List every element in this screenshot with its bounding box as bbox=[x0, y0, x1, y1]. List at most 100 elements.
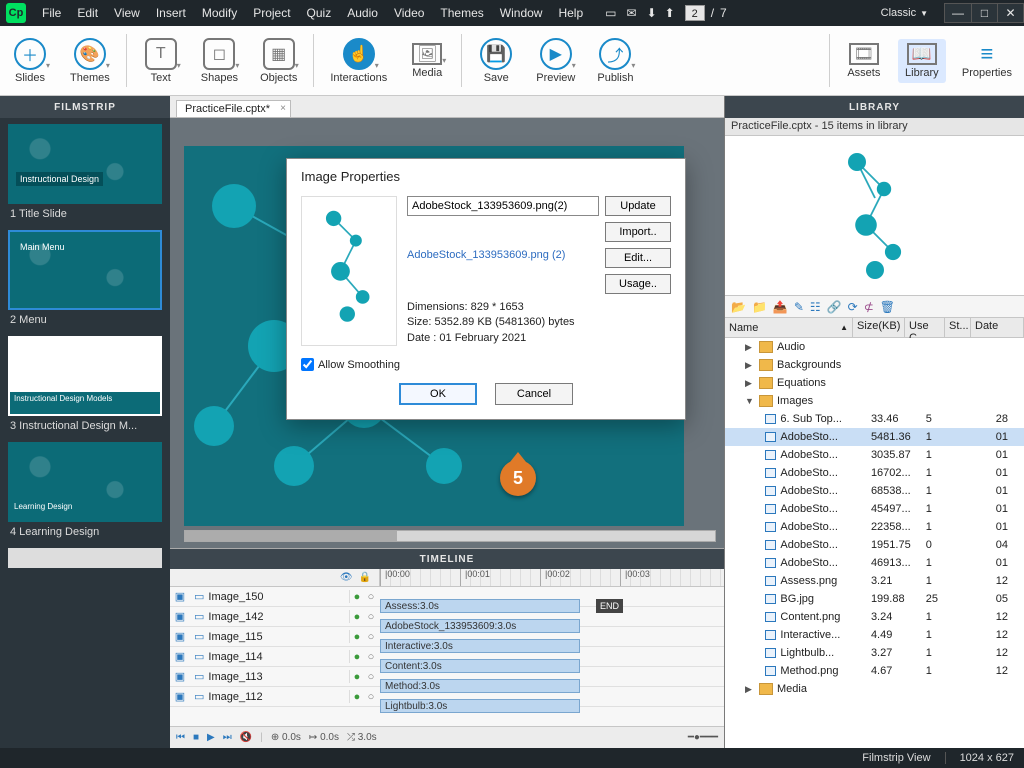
delete-icon[interactable]: 🗑 bbox=[880, 300, 895, 314]
window-maximize[interactable]: □ bbox=[971, 4, 997, 22]
library-item[interactable]: AdobeSto...45497...101 bbox=[725, 500, 1024, 518]
text-button[interactable]: T▾Text bbox=[137, 34, 185, 88]
workspace-switcher[interactable]: Classic▼ bbox=[881, 7, 928, 19]
edit-button[interactable]: Edit... bbox=[605, 248, 671, 268]
page-current[interactable]: 2 bbox=[685, 5, 705, 21]
menu-window[interactable]: Window bbox=[492, 6, 551, 20]
filename-link[interactable]: AdobeStock_133953609.png (2) bbox=[407, 248, 595, 262]
menu-project[interactable]: Project bbox=[245, 6, 298, 20]
menu-view[interactable]: View bbox=[106, 6, 148, 20]
themes-button[interactable]: 🎨▾Themes bbox=[64, 34, 116, 88]
cancel-button[interactable]: Cancel bbox=[495, 383, 573, 405]
menu-video[interactable]: Video bbox=[386, 6, 432, 20]
menu-themes[interactable]: Themes bbox=[432, 6, 491, 20]
shapes-button[interactable]: ◻▾Shapes bbox=[195, 34, 244, 88]
library-item[interactable]: AdobeSto...68538...101 bbox=[725, 482, 1024, 500]
library-button[interactable]: 📖Library bbox=[898, 39, 946, 83]
zoom-slider[interactable]: ━●━━━ bbox=[688, 732, 718, 743]
menu-file[interactable]: File bbox=[34, 6, 69, 20]
filmstrip-slide[interactable]: Learning Design4 Learning Design bbox=[8, 442, 162, 538]
stop-icon[interactable]: ■ bbox=[193, 732, 199, 743]
filmstrip-slide[interactable]: Main Menu2 Menu bbox=[8, 230, 162, 326]
library-item[interactable]: AdobeSto...22358...101 bbox=[725, 518, 1024, 536]
horizontal-scrollbar[interactable] bbox=[184, 530, 716, 542]
menu-audio[interactable]: Audio bbox=[339, 6, 386, 20]
link-icon[interactable]: 🔗 bbox=[827, 300, 842, 314]
upload-icon[interactable]: ⬆ bbox=[665, 6, 675, 20]
library-item[interactable]: Assess.png3.21112 bbox=[725, 572, 1024, 590]
image-properties-dialog: Image Properties Update Import.. AdobeSt… bbox=[286, 158, 686, 420]
lock-icon[interactable]: 🔒 bbox=[359, 572, 371, 583]
timeline-panel: TIMELINE 👁 🔒 |00:00|00:01|00:02|00:03 ▣▭… bbox=[170, 548, 724, 748]
filmstrip-label: 1 Title Slide bbox=[8, 204, 162, 220]
menu-help[interactable]: Help bbox=[550, 6, 591, 20]
import-button[interactable]: Import.. bbox=[605, 222, 671, 242]
filmstrip-label: 2 Menu bbox=[8, 310, 162, 326]
library-folder[interactable]: ▶Equations bbox=[725, 374, 1024, 392]
preview-icon[interactable]: ▭ bbox=[605, 6, 616, 20]
library-tree[interactable]: ▶Audio▶Backgrounds▶Equations▼Images6. Su… bbox=[725, 338, 1024, 748]
library-item[interactable]: Content.png3.24112 bbox=[725, 608, 1024, 626]
library-headers[interactable]: Name▲ Size(KB) Use C... St... Date bbox=[725, 318, 1024, 338]
folder-open-icon[interactable]: 📂 bbox=[731, 300, 746, 314]
document-tab[interactable]: PracticeFile.cptx*× bbox=[176, 100, 291, 117]
eye-icon[interactable]: 👁 bbox=[340, 572, 353, 583]
download-icon[interactable]: ⬇ bbox=[647, 6, 657, 20]
allow-smoothing-checkbox[interactable]: Allow Smoothing bbox=[301, 358, 671, 371]
properties-button[interactable]: ≡Properties bbox=[956, 39, 1018, 83]
assets-button[interactable]: 🎞Assets bbox=[840, 39, 888, 83]
library-folder[interactable]: ▶Audio bbox=[725, 338, 1024, 356]
filmstrip-title: FILMSTRIP bbox=[0, 96, 170, 118]
library-item[interactable]: 6. Sub Top...33.46528 bbox=[725, 410, 1024, 428]
usage-button[interactable]: Usage.. bbox=[605, 274, 671, 294]
filmstrip-slide[interactable]: Instructional Design1 Title Slide bbox=[8, 124, 162, 220]
library-item[interactable]: Lightbulb...3.27112 bbox=[725, 644, 1024, 662]
ribbon: ＋▾Slides 🎨▾Themes T▾Text ◻▾Shapes ▦▾Obje… bbox=[0, 26, 1024, 96]
filmstrip-slide[interactable]: Instructional Design Models3 Instruction… bbox=[8, 336, 162, 432]
folder-export-icon[interactable]: 📤 bbox=[773, 300, 788, 314]
mail-icon[interactable]: ✉ bbox=[627, 6, 637, 20]
document-tabs: PracticeFile.cptx*× bbox=[170, 96, 724, 118]
update-button[interactable]: Update bbox=[605, 196, 671, 216]
ok-button[interactable]: OK bbox=[399, 383, 477, 405]
timeline-ruler[interactable]: |00:00|00:01|00:02|00:03 bbox=[380, 569, 724, 586]
window-close[interactable]: ✕ bbox=[997, 4, 1023, 22]
end-icon[interactable]: ⏭ bbox=[223, 732, 232, 743]
properties-icon[interactable]: ☷ bbox=[810, 300, 821, 314]
library-item[interactable]: AdobeSto...1951.75004 bbox=[725, 536, 1024, 554]
menu-edit[interactable]: Edit bbox=[69, 6, 106, 20]
folder-import-icon[interactable]: 📁 bbox=[752, 300, 767, 314]
library-item[interactable]: AdobeSto...46913...101 bbox=[725, 554, 1024, 572]
library-item[interactable]: AdobeSto...5481.36101 bbox=[725, 428, 1024, 446]
library-item[interactable]: AdobeSto...3035.87101 bbox=[725, 446, 1024, 464]
media-button[interactable]: 🖼▾Media bbox=[403, 39, 451, 83]
publish-button[interactable]: ⤴▾Publish bbox=[591, 34, 639, 88]
library-folder[interactable]: ▼Images bbox=[725, 392, 1024, 410]
menu-insert[interactable]: Insert bbox=[148, 6, 194, 20]
library-item[interactable]: Interactive...4.49112 bbox=[725, 626, 1024, 644]
menu-quiz[interactable]: Quiz bbox=[299, 6, 340, 20]
select-unused-icon[interactable]: ⊄ bbox=[864, 300, 874, 314]
timeline-row[interactable]: ▣▭Image_150●○Assess:3.0sEND bbox=[170, 587, 724, 607]
library-item[interactable]: AdobeSto...16702...101 bbox=[725, 464, 1024, 482]
dialog-meta: Dimensions: 829 * 1653 Size: 5352.89 KB … bbox=[407, 300, 671, 346]
refresh-icon[interactable]: ⟳ bbox=[848, 300, 858, 314]
mute-icon[interactable]: 🔇 bbox=[240, 732, 252, 743]
library-item[interactable]: BG.jpg199.882505 bbox=[725, 590, 1024, 608]
close-icon[interactable]: × bbox=[280, 103, 286, 114]
save-button[interactable]: 💾Save bbox=[472, 34, 520, 88]
objects-button[interactable]: ▦▾Objects bbox=[254, 34, 303, 88]
window-minimize[interactable]: — bbox=[945, 4, 971, 22]
edit-icon[interactable]: ✎ bbox=[794, 300, 804, 314]
library-folder[interactable]: ▶Backgrounds bbox=[725, 356, 1024, 374]
play-icon[interactable]: ▶ bbox=[207, 732, 215, 743]
library-item[interactable]: Method.png4.67112 bbox=[725, 662, 1024, 680]
slides-button[interactable]: ＋▾Slides bbox=[6, 34, 54, 88]
library-folder[interactable]: ▶Media bbox=[725, 680, 1024, 698]
rewind-icon[interactable]: ⏮ bbox=[176, 732, 185, 743]
menu-modify[interactable]: Modify bbox=[194, 6, 245, 20]
preview-button[interactable]: ▶▾Preview bbox=[530, 34, 581, 88]
filename-input[interactable] bbox=[407, 196, 599, 216]
timeline-footer: ⏮ ■ ▶ ⏭ 🔇 | ⊕ 0.0s ↦ 0.0s ⤮ 3.0s ━●━━━ bbox=[170, 726, 724, 748]
interactions-button[interactable]: ☝▾Interactions bbox=[324, 34, 393, 88]
